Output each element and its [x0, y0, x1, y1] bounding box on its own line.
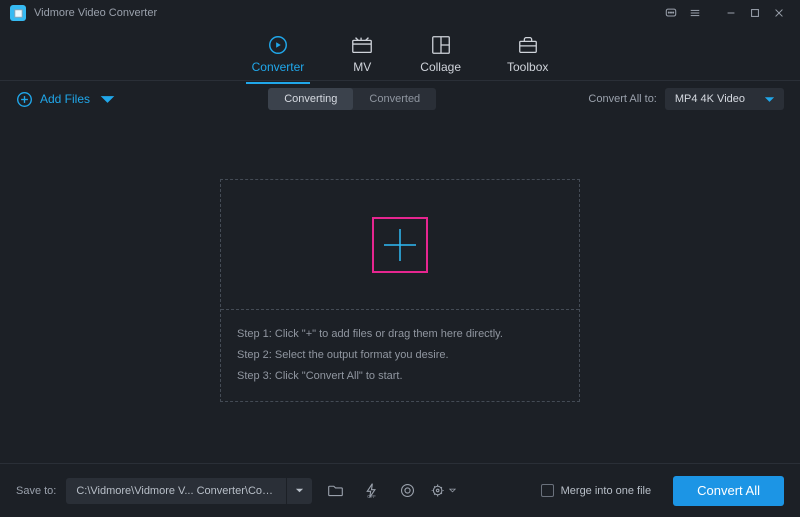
chevron-down-icon — [449, 482, 456, 499]
tab-mv[interactable]: MV — [350, 33, 374, 74]
app-title: Vidmore Video Converter — [34, 7, 157, 19]
mv-icon — [350, 33, 374, 57]
chevron-down-icon — [765, 95, 774, 104]
svg-text:OFF: OFF — [367, 494, 376, 499]
merge-checkbox[interactable]: Merge into one file — [541, 484, 652, 497]
checkbox-box — [541, 484, 554, 497]
add-files-dropzone[interactable] — [221, 180, 579, 310]
open-folder-button[interactable] — [322, 478, 348, 504]
collage-icon — [420, 33, 461, 57]
step-text: Step 1: Click "+" to add files or drag t… — [237, 324, 563, 345]
close-button[interactable] — [768, 2, 790, 24]
save-to-label: Save to: — [16, 485, 56, 497]
chevron-down-icon — [295, 486, 304, 495]
format-value: MP4 4K Video — [675, 93, 745, 105]
workspace: Step 1: Click "+" to add files or drag t… — [0, 118, 800, 463]
main-tabs: Converter MV Collage Toolbox — [0, 26, 800, 81]
tab-label: MV — [350, 60, 374, 74]
plus-icon — [380, 225, 420, 265]
settings-button[interactable] — [430, 478, 456, 504]
title-bar: Vidmore Video Converter — [0, 0, 800, 26]
segment-converting[interactable]: Converting — [268, 88, 353, 110]
segment-converted[interactable]: Converted — [353, 88, 436, 110]
minimize-button[interactable] — [720, 2, 742, 24]
converter-icon — [252, 33, 305, 57]
tab-toolbox[interactable]: Toolbox — [507, 33, 548, 74]
convert-all-to-label: Convert All to: — [588, 93, 656, 105]
add-files-label: Add Files — [40, 92, 90, 106]
maximize-button[interactable] — [744, 2, 766, 24]
tab-label: Toolbox — [507, 60, 548, 74]
feedback-icon[interactable] — [660, 2, 682, 24]
convert-all-button[interactable]: Convert All — [673, 476, 784, 506]
state-segment: Converting Converted — [268, 88, 436, 110]
save-path-dropdown[interactable] — [286, 478, 312, 504]
step-text: Step 3: Click "Convert All" to start. — [237, 366, 563, 387]
dropzone: Step 1: Click "+" to add files or drag t… — [220, 179, 580, 402]
app-logo — [10, 5, 26, 21]
output-format-select[interactable]: MP4 4K Video — [665, 88, 784, 110]
chevron-down-icon — [99, 91, 116, 108]
dropzone-instructions: Step 1: Click "+" to add files or drag t… — [221, 310, 579, 401]
add-files-button[interactable]: Add Files — [16, 91, 116, 108]
tab-collage[interactable]: Collage — [420, 33, 461, 74]
tab-label: Converter — [252, 60, 305, 74]
toolbar: Add Files Converting Converted Convert A… — [0, 81, 800, 117]
toolbox-icon — [507, 33, 548, 57]
save-path-value[interactable]: C:\Vidmore\Vidmore V... Converter\Conver… — [66, 485, 286, 497]
tab-converter[interactable]: Converter — [252, 33, 305, 74]
task-schedule-button[interactable] — [394, 478, 420, 504]
plus-box — [372, 217, 428, 273]
menu-icon[interactable] — [684, 2, 706, 24]
convert-all-to-group: Convert All to: MP4 4K Video — [588, 88, 784, 110]
tab-label: Collage — [420, 60, 461, 74]
merge-label: Merge into one file — [561, 485, 652, 497]
bottom-bar: Save to: C:\Vidmore\Vidmore V... Convert… — [0, 463, 800, 517]
hardware-accel-button[interactable]: OFF — [358, 478, 384, 504]
save-path-box: C:\Vidmore\Vidmore V... Converter\Conver… — [66, 478, 312, 504]
step-text: Step 2: Select the output format you des… — [237, 345, 563, 366]
